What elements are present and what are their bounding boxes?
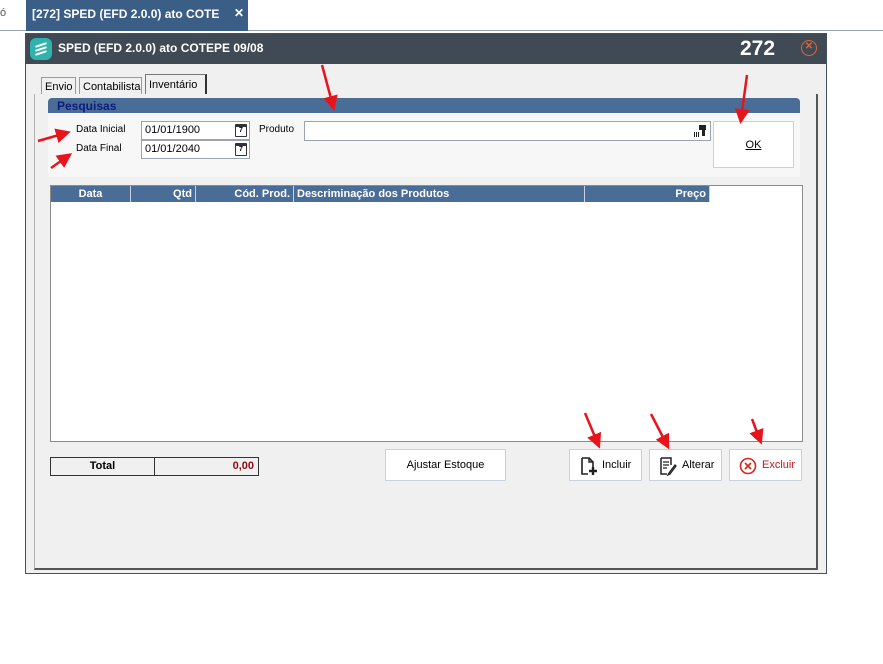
tab-contabilista[interactable]: Contabilista bbox=[79, 77, 142, 95]
data-inicial-value: 01/01/1900 bbox=[145, 124, 201, 136]
excluir-button[interactable]: Excluir bbox=[729, 449, 802, 481]
tab-close-icon[interactable]: ✕ bbox=[234, 6, 244, 20]
window-title: SPED (EFD 2.0.0) ato COTEPE 09/08 bbox=[58, 41, 264, 55]
col-data[interactable]: Data bbox=[51, 186, 131, 202]
app-logo-icon bbox=[30, 38, 52, 60]
pesquisas-title: Pesquisas bbox=[57, 99, 117, 113]
window-number: 272 bbox=[740, 37, 776, 60]
excluir-label: Excluir bbox=[762, 459, 796, 471]
data-final-value: 01/01/2040 bbox=[145, 143, 201, 155]
tab-inventario[interactable]: Inventário bbox=[145, 74, 207, 95]
barcode-scanner-icon[interactable] bbox=[693, 124, 707, 138]
data-final-label: Data Final bbox=[76, 143, 122, 154]
tab-envio[interactable]: Envio bbox=[41, 77, 76, 95]
col-cod-prod[interactable]: Cód. Prod. bbox=[196, 186, 294, 202]
calendar-icon[interactable]: 7 bbox=[235, 143, 247, 156]
produto-label: Produto bbox=[259, 124, 295, 135]
edit-document-icon bbox=[660, 457, 677, 476]
alterar-label: Alterar bbox=[682, 459, 715, 471]
window-titlebar: SPED (EFD 2.0.0) ato COTEPE 09/08 272 ✕ bbox=[26, 34, 826, 64]
incluir-button[interactable]: Incluir bbox=[569, 449, 642, 481]
col-preco[interactable]: Preço bbox=[585, 186, 710, 202]
grid-header: Data Qtd Cód. Prod. Descriminação dos Pr… bbox=[51, 186, 710, 202]
sped-window: SPED (EFD 2.0.0) ato COTEPE 09/08 272 ✕ … bbox=[25, 33, 827, 574]
document-tab-label: [272] SPED (EFD 2.0.0) ato COTE bbox=[32, 7, 220, 21]
col-descricao[interactable]: Descriminação dos Produtos bbox=[294, 186, 585, 202]
total-value: 0,00 bbox=[232, 460, 254, 472]
inventory-grid[interactable]: Data Qtd Cód. Prod. Descriminação dos Pr… bbox=[50, 185, 803, 442]
document-tab-active[interactable]: [272] SPED (EFD 2.0.0) ato COTE bbox=[26, 0, 248, 31]
produto-input[interactable] bbox=[304, 121, 711, 141]
calendar-icon[interactable]: 7 bbox=[235, 124, 247, 137]
alterar-button[interactable]: Alterar bbox=[649, 449, 722, 481]
pesquisas-header bbox=[48, 98, 800, 113]
add-document-icon bbox=[581, 457, 597, 475]
window-close-icon[interactable]: ✕ bbox=[801, 40, 817, 56]
ajustar-estoque-button[interactable]: Ajustar Estoque bbox=[385, 449, 506, 481]
data-inicial-label: Data Inicial bbox=[76, 124, 126, 135]
total-label: Total bbox=[51, 458, 155, 475]
total-box: Total 0,00 bbox=[50, 457, 259, 476]
data-final-field[interactable]: 01/01/2040 7 bbox=[141, 140, 250, 159]
col-qtd[interactable]: Qtd bbox=[131, 186, 196, 202]
previous-tab-fragment[interactable]: ó bbox=[0, 7, 6, 19]
incluir-label: Incluir bbox=[602, 459, 632, 471]
data-inicial-field[interactable]: 01/01/1900 7 bbox=[141, 121, 250, 140]
delete-circle-icon bbox=[739, 457, 757, 475]
ok-button[interactable]: OK bbox=[713, 121, 794, 168]
